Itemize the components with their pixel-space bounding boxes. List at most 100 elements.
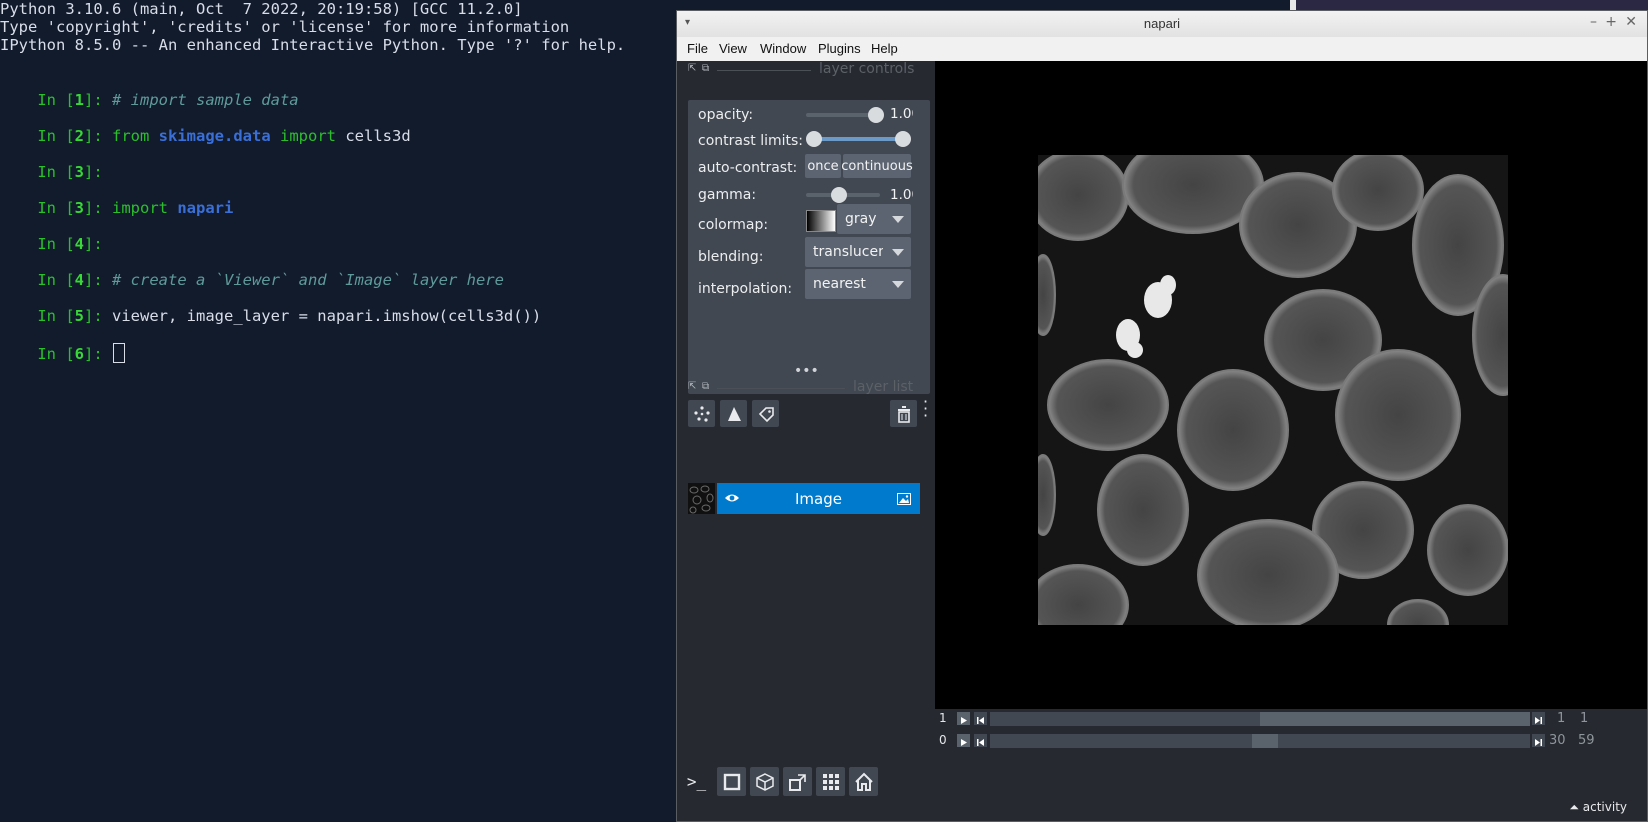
square-2d-icon — [723, 773, 740, 790]
ndisplay-button[interactable] — [717, 767, 746, 796]
dims-max-value: 59 — [1578, 733, 1595, 748]
contrast-limits-slider[interactable] — [814, 137, 902, 141]
console-button[interactable]: >_ — [682, 767, 711, 796]
dims-max-value: 1 — [1580, 711, 1589, 726]
step-back-button[interactable] — [974, 734, 987, 747]
roll-dims-button[interactable] — [750, 767, 779, 796]
terminal-input-line[interactable]: In [6]: — [0, 324, 125, 383]
interpolation-select-value: nearest — [813, 276, 866, 292]
opacity-slider[interactable] — [806, 113, 876, 117]
shapes-icon — [727, 406, 741, 421]
dims-slider-row: 0 30 59 — [935, 731, 1647, 751]
colormap-select[interactable]: gray — [837, 204, 911, 234]
menu-plugins[interactable]: Plugins — [818, 41, 861, 56]
cells-microscopy-image — [1038, 155, 1508, 625]
contrast-limits-label: contrast limits: — [698, 133, 803, 149]
layer-list-item[interactable]: Image — [688, 483, 920, 516]
opacity-label: opacity: — [698, 107, 754, 123]
layer-name[interactable]: Image — [717, 490, 920, 508]
delete-layer-button[interactable] — [890, 400, 917, 427]
trash-icon — [897, 405, 910, 423]
interpolation-label: interpolation: — [698, 281, 793, 297]
step-forward-button[interactable] — [1532, 734, 1545, 747]
home-icon — [854, 772, 873, 791]
chevron-up-icon: ⏶ — [1569, 800, 1579, 814]
menu-bar: File View Window Plugins Help — [677, 37, 1647, 61]
menu-view[interactable]: View — [719, 41, 747, 56]
dims-slider-track[interactable] — [990, 734, 1530, 748]
play-button[interactable] — [957, 734, 970, 747]
interpolation-select[interactable]: nearest — [805, 269, 911, 299]
terminal-header-1: Python 3.10.6 (main, Oct 7 2022, 20:19:5… — [0, 0, 523, 18]
new-shapes-layer-button[interactable] — [720, 400, 747, 427]
chevron-down-icon — [892, 281, 904, 288]
undock-icon[interactable]: ⇱ — [688, 381, 696, 392]
grid-view-button[interactable] — [816, 767, 845, 796]
undock-icon[interactable]: ⇱ — [688, 63, 696, 74]
minimize-icon[interactable]: – — [1590, 14, 1597, 30]
dims-current-value[interactable]: 30 — [1549, 733, 1566, 748]
viewer-canvas[interactable] — [935, 61, 1647, 709]
dims-slider-handle[interactable] — [1260, 712, 1530, 726]
auto-contrast-once-button[interactable]: once — [805, 154, 841, 178]
window-titlebar[interactable]: ▾ napari – + ✕ — [677, 11, 1647, 38]
gamma-slider-handle[interactable] — [831, 187, 848, 203]
blending-label: blending: — [698, 249, 764, 265]
play-button[interactable] — [957, 712, 970, 725]
activity-button[interactable]: ⏶ activity — [1569, 800, 1627, 815]
left-dock: ⇱ ⧉ layer controls opacity: 1.00 contras… — [677, 61, 930, 821]
window-title: napari — [1143, 16, 1181, 31]
layer-list-title: layer list — [853, 379, 914, 395]
dock-title-line — [717, 388, 845, 389]
activity-label: activity — [1582, 800, 1627, 814]
menu-help[interactable]: Help — [871, 41, 898, 56]
thumbnail-image — [689, 485, 714, 514]
step-forward-button[interactable] — [1532, 712, 1545, 725]
dims-slider-handle[interactable] — [1252, 734, 1278, 748]
layer-selected-background[interactable]: Image — [717, 483, 920, 514]
gamma-value[interactable]: 1.00 — [890, 187, 913, 203]
dims-current-value[interactable]: 1 — [1557, 711, 1565, 726]
image-layer-type-icon — [897, 493, 911, 505]
step-back-button[interactable] — [974, 712, 987, 725]
terminal-header-2: Type 'copyright', 'credits' or 'license'… — [0, 18, 570, 36]
contrast-min-handle[interactable] — [806, 131, 822, 147]
console-icon: >_ — [686, 772, 707, 791]
grid-icon — [822, 773, 839, 790]
new-points-layer-button[interactable] — [688, 400, 715, 427]
dims-axis-label: 0 — [939, 733, 947, 747]
layer-list-more-icon[interactable]: · · · — [923, 394, 928, 424]
close-icon[interactable]: ✕ — [1625, 14, 1637, 30]
maximize-icon[interactable]: + — [1605, 14, 1617, 30]
auto-contrast-continuous-button[interactable]: continuous — [841, 154, 913, 178]
gamma-label: gamma: — [698, 187, 757, 203]
transpose-button[interactable] — [783, 767, 812, 796]
ipython-terminal[interactable]: Python 3.10.6 (main, Oct 7 2022, 20:19:5… — [0, 0, 676, 822]
new-labels-layer-button[interactable] — [752, 400, 779, 427]
auto-contrast-label: auto-contrast: — [698, 160, 798, 176]
cube-icon — [755, 772, 774, 791]
colormap-label: colormap: — [698, 217, 769, 233]
float-icon[interactable]: ⧉ — [702, 381, 709, 392]
terminal-header-3: IPython 8.5.0 -- An enhanced Interactive… — [0, 36, 626, 54]
transpose-icon — [788, 773, 806, 791]
opacity-slider-handle[interactable] — [868, 107, 884, 123]
menu-window[interactable]: Window — [760, 41, 806, 56]
contrast-max-handle[interactable] — [895, 131, 911, 147]
layer-controls-panel: opacity: 1.00 contrast limits: auto-cont… — [688, 100, 930, 394]
float-icon[interactable]: ⧉ — [702, 63, 709, 74]
chevron-down-icon — [892, 249, 904, 256]
napari-window: ▾ napari – + ✕ File View Window Plugins … — [676, 10, 1648, 822]
reset-view-button[interactable] — [849, 767, 878, 796]
dims-slider-row: 1 1 1 — [935, 709, 1647, 729]
dims-slider-track[interactable] — [990, 712, 1530, 726]
cell-image — [1038, 155, 1508, 625]
opacity-value[interactable]: 1.00 — [890, 106, 913, 122]
dims-axis-label: 1 — [939, 711, 947, 725]
splitter-handle[interactable]: ••• — [794, 363, 819, 379]
blending-select-value: translucent — [813, 244, 883, 260]
colormap-swatch[interactable] — [806, 210, 836, 232]
points-icon — [693, 405, 710, 422]
blending-select[interactable]: translucent — [805, 237, 911, 267]
menu-file[interactable]: File — [687, 41, 708, 56]
